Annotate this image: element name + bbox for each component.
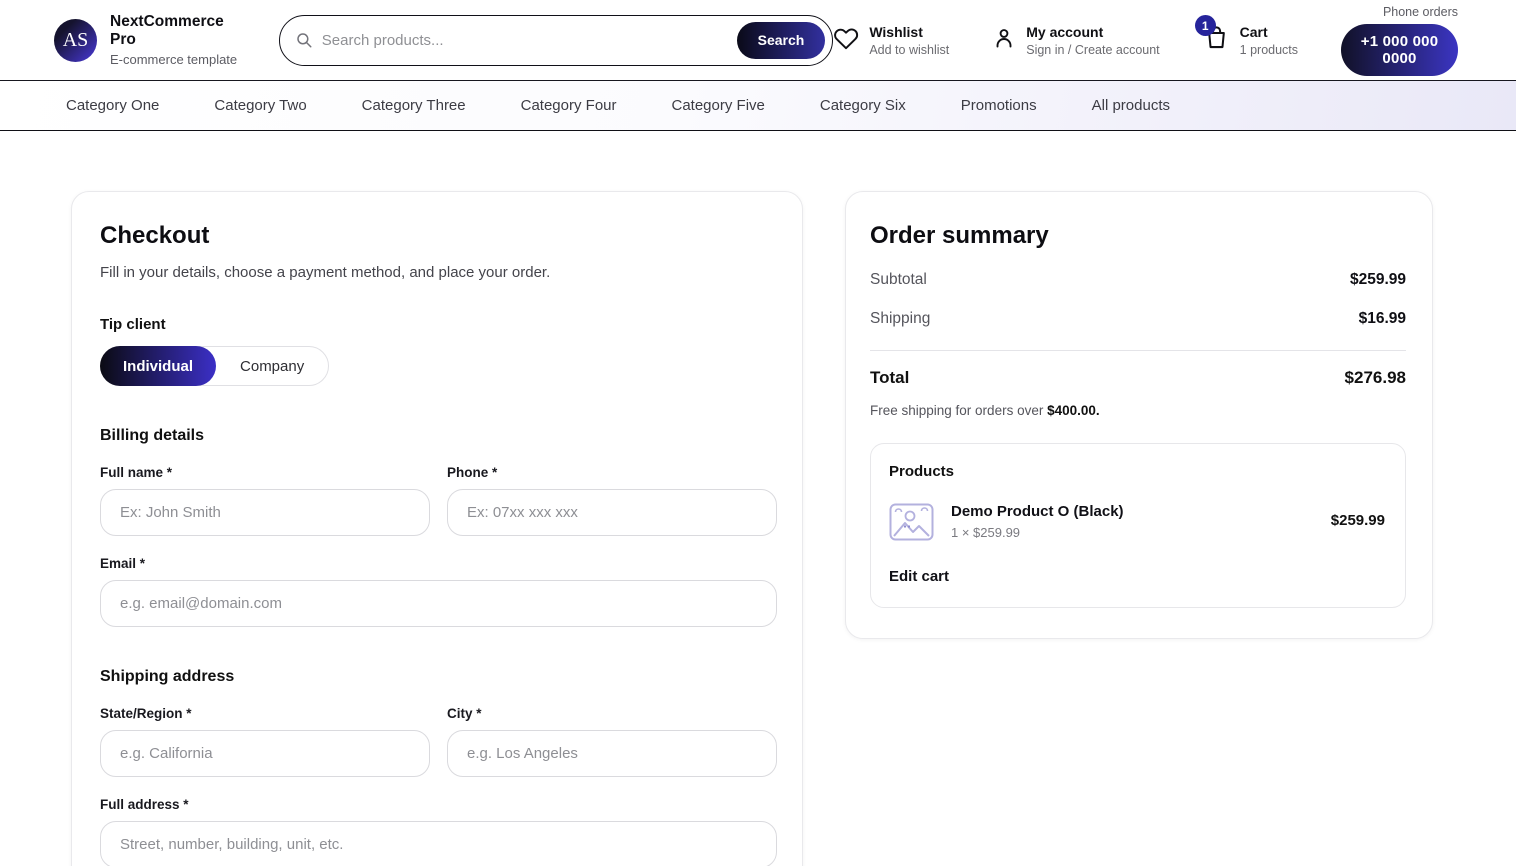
free-shipping-text: Free shipping for orders over (870, 403, 1047, 418)
wishlist-link[interactable]: Wishlist Add to wishlist (833, 24, 949, 57)
phone-orders-button[interactable]: +1 000 000 0000 (1341, 24, 1458, 76)
nav-item-category-five[interactable]: Category Five (672, 97, 765, 114)
phone-orders-block: Phone orders +1 000 000 0000 (1341, 5, 1458, 76)
email-field[interactable] (100, 580, 777, 627)
billing-field-grid: Full name * Phone * (100, 445, 774, 536)
cart-badge: 1 (1195, 15, 1216, 36)
tip-client-label: Tip client (100, 316, 774, 333)
shipping-label: Shipping (870, 310, 930, 328)
state-region-label: State/Region * (100, 706, 430, 721)
account-link[interactable]: My account Sign in / Create account (992, 24, 1159, 57)
phone-label: Phone * (447, 465, 777, 480)
brand-tagline: E-commerce template (110, 52, 246, 67)
cart-title: Cart (1240, 24, 1298, 40)
header: AS NextCommerce Pro E-commerce template … (0, 0, 1516, 81)
product-qty-line: 1 × $259.99 (951, 525, 1124, 540)
checkout-subtitle: Fill in your details, choose a payment m… (100, 264, 774, 281)
product-image-placeholder-icon (889, 503, 934, 541)
full-address-label: Full address * (100, 797, 774, 812)
wishlist-subtitle: Add to wishlist (869, 43, 949, 57)
header-actions: Wishlist Add to wishlist My account Sign… (833, 5, 1458, 76)
summary-divider (870, 350, 1406, 351)
subtotal-row: Subtotal $259.99 (870, 271, 1406, 289)
subtotal-label: Subtotal (870, 271, 927, 289)
account-subtitle: Sign in / Create account (1026, 43, 1159, 57)
checkout-title: Checkout (100, 222, 774, 250)
main-content: Checkout Fill in your details, choose a … (0, 131, 1516, 866)
shipping-field-grid: State/Region * City * (100, 686, 774, 777)
search-button[interactable]: Search (737, 22, 826, 59)
product-row: Demo Product O (Black) 1 × $259.99 $259.… (889, 503, 1385, 541)
search-input[interactable] (322, 32, 737, 49)
total-row: Total $276.98 (870, 368, 1406, 388)
order-summary-card: Order summary Subtotal $259.99 Shipping … (845, 191, 1433, 639)
city-label: City * (447, 706, 777, 721)
brand-logo[interactable]: AS (54, 19, 97, 62)
nav-item-category-two[interactable]: Category Two (214, 97, 306, 114)
shipping-address-heading: Shipping address (100, 668, 774, 686)
nav-item-all-products[interactable]: All products (1092, 97, 1170, 114)
full-name-label: Full name * (100, 465, 430, 480)
wishlist-title: Wishlist (869, 24, 949, 40)
search-icon (295, 31, 313, 49)
nav-item-category-four[interactable]: Category Four (521, 97, 617, 114)
full-name-field[interactable] (100, 489, 430, 536)
product-name: Demo Product O (Black) (951, 503, 1124, 520)
billing-details-heading: Billing details (100, 427, 774, 445)
heart-icon (833, 25, 859, 56)
tip-client-individual-button[interactable]: Individual (100, 346, 216, 386)
total-value: $276.98 (1345, 368, 1406, 388)
search-form: Search (279, 15, 834, 66)
product-info: Demo Product O (Black) 1 × $259.99 (951, 503, 1124, 540)
full-address-field[interactable] (100, 821, 777, 866)
nav-item-promotions[interactable]: Promotions (961, 97, 1037, 114)
cart-link[interactable]: 1 Cart 1 products (1203, 24, 1298, 57)
free-shipping-amount: $400.00. (1047, 403, 1100, 418)
account-title: My account (1026, 24, 1159, 40)
total-label: Total (870, 368, 909, 388)
category-nav: Category One Category Two Category Three… (0, 81, 1516, 131)
shipping-value: $16.99 (1359, 310, 1406, 328)
tip-client-toggle: Individual Company (100, 346, 329, 386)
phone-orders-label: Phone orders (1383, 5, 1458, 19)
brand-block: NextCommerce Pro E-commerce template (110, 13, 246, 67)
user-icon (992, 26, 1016, 55)
free-shipping-note: Free shipping for orders over $400.00. (870, 403, 1406, 418)
edit-cart-link[interactable]: Edit cart (889, 568, 1385, 585)
brand-name: NextCommerce Pro (110, 13, 246, 49)
state-region-field[interactable] (100, 730, 430, 777)
nav-item-category-one[interactable]: Category One (66, 97, 159, 114)
brand-logo-monogram: AS (63, 29, 89, 52)
products-box: Products Demo Product O (Black) 1 × $259… (870, 443, 1406, 608)
email-label: Email * (100, 556, 774, 571)
cart-subtitle: 1 products (1240, 43, 1298, 57)
products-heading: Products (889, 463, 1385, 480)
city-field[interactable] (447, 730, 777, 777)
shipping-row: Shipping $16.99 (870, 310, 1406, 328)
nav-item-category-six[interactable]: Category Six (820, 97, 906, 114)
cart-icon-wrap: 1 (1203, 24, 1230, 56)
subtotal-value: $259.99 (1350, 271, 1406, 289)
tip-client-company-button[interactable]: Company (216, 347, 328, 385)
product-price: $259.99 (1331, 503, 1385, 529)
nav-item-category-three[interactable]: Category Three (362, 97, 466, 114)
phone-field[interactable] (447, 489, 777, 536)
checkout-card: Checkout Fill in your details, choose a … (71, 191, 803, 866)
order-summary-title: Order summary (870, 222, 1406, 250)
